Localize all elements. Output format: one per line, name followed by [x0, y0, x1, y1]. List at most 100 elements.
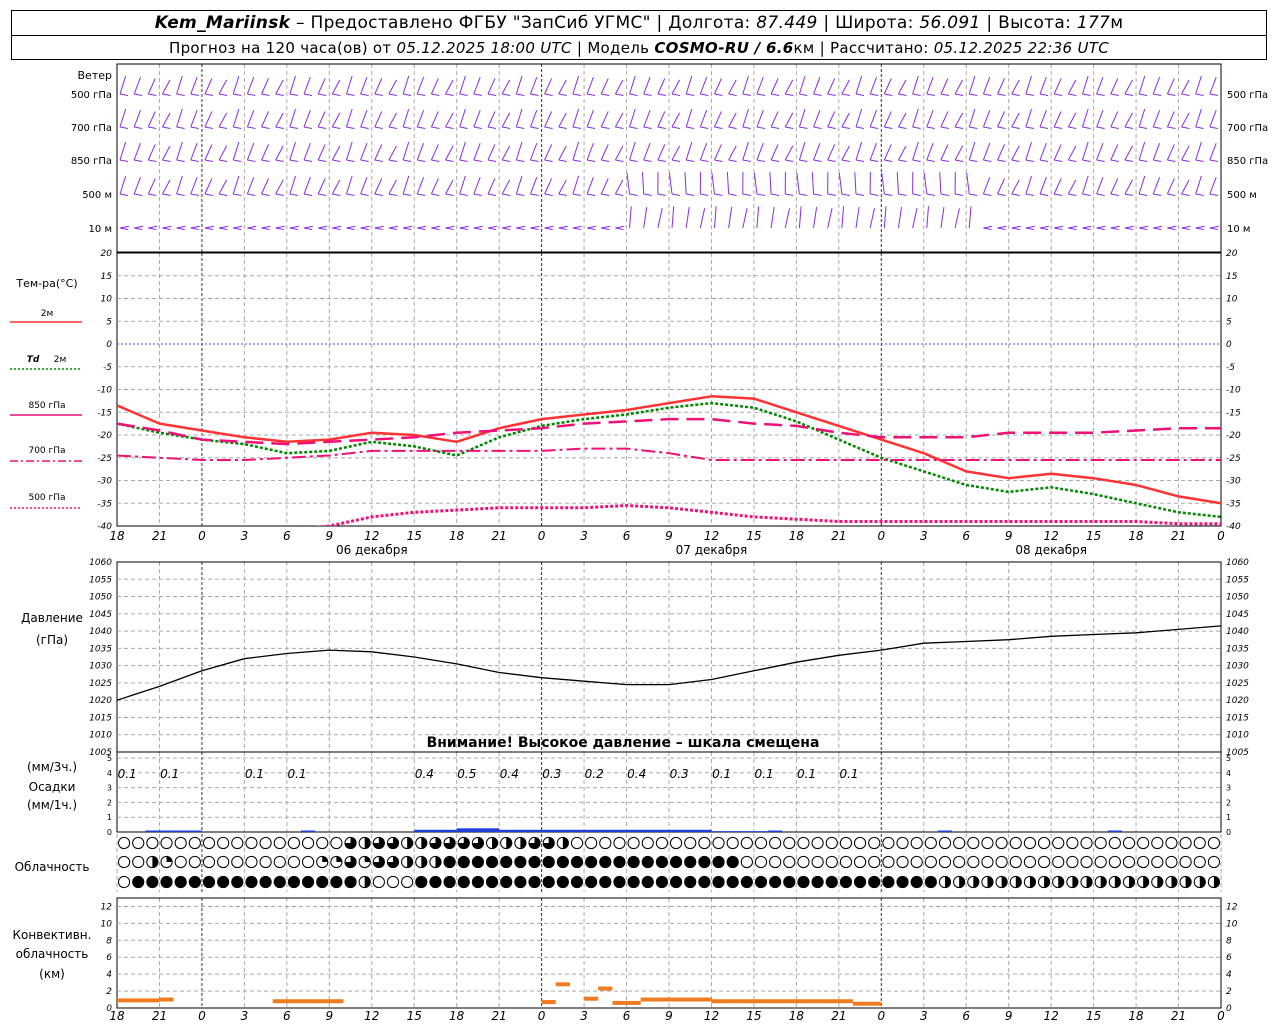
cloud-circle — [740, 836, 753, 850]
wind-barb-staff — [954, 145, 964, 161]
wind-barb-flag — [756, 126, 766, 129]
wind-barb-staff — [600, 78, 609, 95]
wind-barb-flag — [997, 193, 1006, 196]
cloud-fill-full — [684, 876, 696, 888]
wind-barb-flag — [1110, 126, 1119, 129]
wind-barb-staff — [529, 76, 538, 95]
wind-barb-flag — [855, 193, 865, 196]
wind-barb-staff — [374, 225, 384, 229]
wind-barb-flag — [841, 159, 850, 162]
hour-tick-label-bottom: 9 — [325, 1009, 333, 1023]
cloud-fill-full — [514, 856, 526, 868]
cloud-circle — [1165, 855, 1178, 869]
cloud-circle — [825, 836, 838, 850]
cloud-circle — [811, 836, 824, 850]
wind-barb-flag — [289, 93, 298, 96]
wind-barb-flag — [218, 193, 228, 196]
cloud-fill-full — [656, 876, 668, 888]
wind-barb-flag — [303, 93, 313, 96]
wind-barb-staff — [869, 142, 877, 161]
wind-barb-flag — [544, 126, 553, 129]
wind-barb-staff — [854, 172, 857, 195]
wind-barb-staff — [147, 178, 156, 195]
cloud-circle — [1179, 855, 1192, 869]
wind-barb-flag — [360, 193, 369, 196]
wind-barb-staff — [926, 109, 934, 128]
wind-barb-flag — [586, 93, 596, 96]
cloud-circle — [1094, 836, 1107, 850]
wind-barb-staff — [982, 142, 991, 161]
precip-3h-label: 0.1 — [287, 767, 306, 781]
wind-barb-staff — [770, 144, 779, 161]
wind-barb-flag — [204, 227, 214, 230]
wind-barb-flag — [445, 227, 454, 230]
cloud-circle — [301, 855, 315, 869]
wind-level-left: 10 м — [89, 224, 112, 235]
wind-barb-staff — [1067, 79, 1077, 95]
wind-barb-flag — [516, 227, 525, 230]
wind-barb-staff — [487, 178, 496, 195]
wind-barb-flag — [601, 93, 610, 96]
wind-barb-staff — [855, 108, 863, 128]
wind-barb-staff — [629, 141, 636, 161]
wind-barb-staff — [204, 144, 213, 161]
cloud-circle — [953, 855, 966, 869]
precip-3h-label: 0.4 — [500, 767, 519, 781]
cloud-circle — [726, 836, 739, 850]
cloud-fill-full — [925, 876, 937, 888]
wind-barb-staff — [926, 142, 934, 161]
cloud-fill-full — [698, 856, 710, 868]
wind-barb-flag — [1153, 227, 1162, 230]
cloud-circle — [231, 855, 244, 869]
hour-tick-label: 21 — [831, 529, 846, 543]
cloud-fill-full — [472, 856, 484, 868]
wind-barb-flag — [176, 227, 185, 230]
wind-barb-staff — [176, 175, 183, 195]
wind-barb-flag — [983, 126, 992, 129]
wind-barb-flag — [1068, 93, 1077, 96]
cloud-fill-part — [421, 837, 427, 849]
legend-500-label: 500 гПа — [28, 493, 65, 503]
wind-barb-flag — [530, 126, 539, 129]
wind-barb-staff — [430, 178, 439, 195]
wind-barb-flag — [204, 126, 214, 129]
hour-tick-label-bottom: 15 — [407, 1009, 422, 1023]
cloud-fill-part — [364, 876, 371, 888]
wind-barb-flag — [1124, 193, 1134, 196]
wind-barb-flag — [686, 93, 695, 96]
hour-tick-label-bottom: 18 — [789, 1009, 805, 1023]
wind-barb-flag — [261, 193, 270, 196]
wind-barb-flag — [1025, 227, 1034, 230]
precip-bar — [414, 829, 457, 832]
cloud-fill-full — [599, 856, 611, 868]
wind-barb-flag — [1082, 93, 1091, 96]
precip-bar — [711, 831, 769, 832]
wind-barb-staff — [289, 75, 297, 95]
cloud-circle — [995, 836, 1008, 850]
cloud-fill-full — [543, 856, 555, 868]
wind-barb-staff — [558, 112, 567, 128]
wind-barb-staff — [558, 145, 567, 161]
wind-barb-staff — [473, 225, 483, 229]
cloud-circle — [797, 836, 810, 850]
wind-barb-staff — [726, 172, 730, 195]
wind-barb-flag — [459, 227, 468, 230]
wind-barb-staff — [162, 112, 171, 128]
cloud-circle — [655, 836, 669, 850]
cloud-fill-full — [302, 876, 314, 888]
wind-barb-staff — [983, 225, 993, 229]
wind-barb-flag — [884, 159, 893, 162]
cloud-circle — [202, 855, 216, 869]
wind-barb-staff — [1039, 142, 1047, 161]
wind-barb-flag — [233, 193, 242, 196]
wind-barb-staff — [699, 109, 708, 128]
pressure-tick-right: 1035 — [1226, 644, 1249, 654]
cloud-circle — [273, 836, 286, 850]
wind-barb-flag — [134, 193, 143, 196]
hour-tick-label: 0 — [1217, 529, 1225, 543]
wind-barb-flag — [785, 193, 794, 196]
hour-tick-label-bottom: 0 — [1217, 1009, 1225, 1023]
cloud-circle — [981, 836, 994, 850]
wind-barb-staff — [1011, 79, 1020, 95]
wind-barb-staff — [1110, 178, 1119, 195]
